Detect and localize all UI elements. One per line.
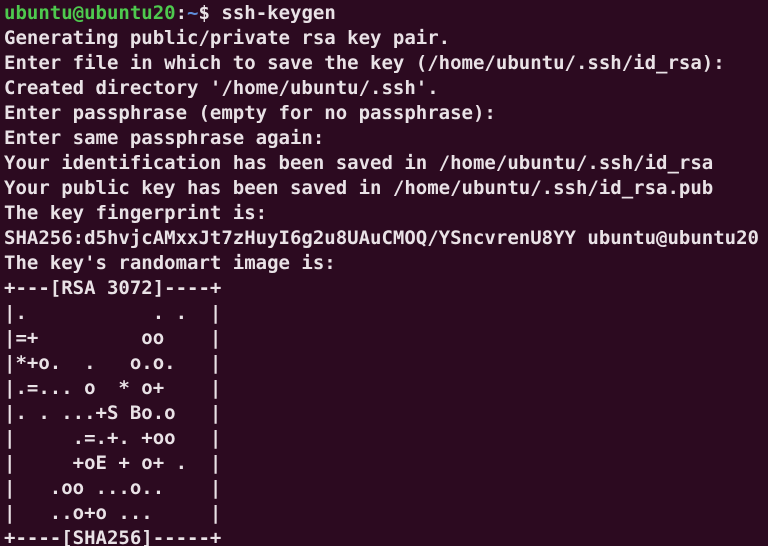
randomart-row: | .=.+. +oo | [4,427,222,449]
terminal-line-randomart-label: The key's randomart image is: [4,252,336,274]
randomart-row: |*+o. . o.o. | [4,352,222,374]
randomart-row: | +oE + o+ . | [4,452,222,474]
terminal-line-fingerprint-value: SHA256:d5hvjcAMxxJt7zHuyI6g2u8UAuCMOQ/YS… [4,227,759,249]
randomart-row: | .oo ...o.. | [4,477,222,499]
randomart-row: | ..o+o ... | [4,502,222,524]
terminal-line-enter-passphrase: Enter passphrase (empty for no passphras… [4,102,496,124]
randomart-row: |. . ...+S Bo.o | [4,402,222,424]
prompt-path: ~ [187,2,199,24]
prompt-user-host: ubuntu@ubuntu20 [4,2,176,24]
terminal-line-public-key-saved: Your public key has been saved in /home/… [4,177,714,199]
terminal-line-fingerprint-label: The key fingerprint is: [4,202,268,224]
prompt-colon: : [175,2,188,24]
terminal-window[interactable]: ubuntu@ubuntu20:~$ ssh-keygen Generating… [0,0,768,546]
terminal-line-generating: Generating public/private rsa key pair. [4,27,451,49]
terminal-line-identification-saved: Your identification has been saved in /h… [4,152,714,174]
randomart-row: |=+ oo | [4,327,222,349]
randomart-row: |.=... o * o+ | [4,377,222,399]
prompt-command: ssh-keygen [221,2,336,24]
prompt-sigil: $ [198,2,210,24]
terminal-line-same-passphrase: Enter same passphrase again: [4,127,325,149]
randomart-row: |. . . | [4,302,222,324]
terminal-line-enter-file: Enter file in which to save the key (/ho… [4,52,725,74]
terminal-line-created-directory: Created directory '/home/ubuntu/.ssh'. [4,77,439,99]
randomart-footer: +----[SHA256]-----+ [4,527,222,546]
terminal-line-prompt-command: ubuntu@ubuntu20:~$ ssh-keygen [4,1,768,26]
randomart-header: +---[RSA 3072]----+ [4,277,222,299]
